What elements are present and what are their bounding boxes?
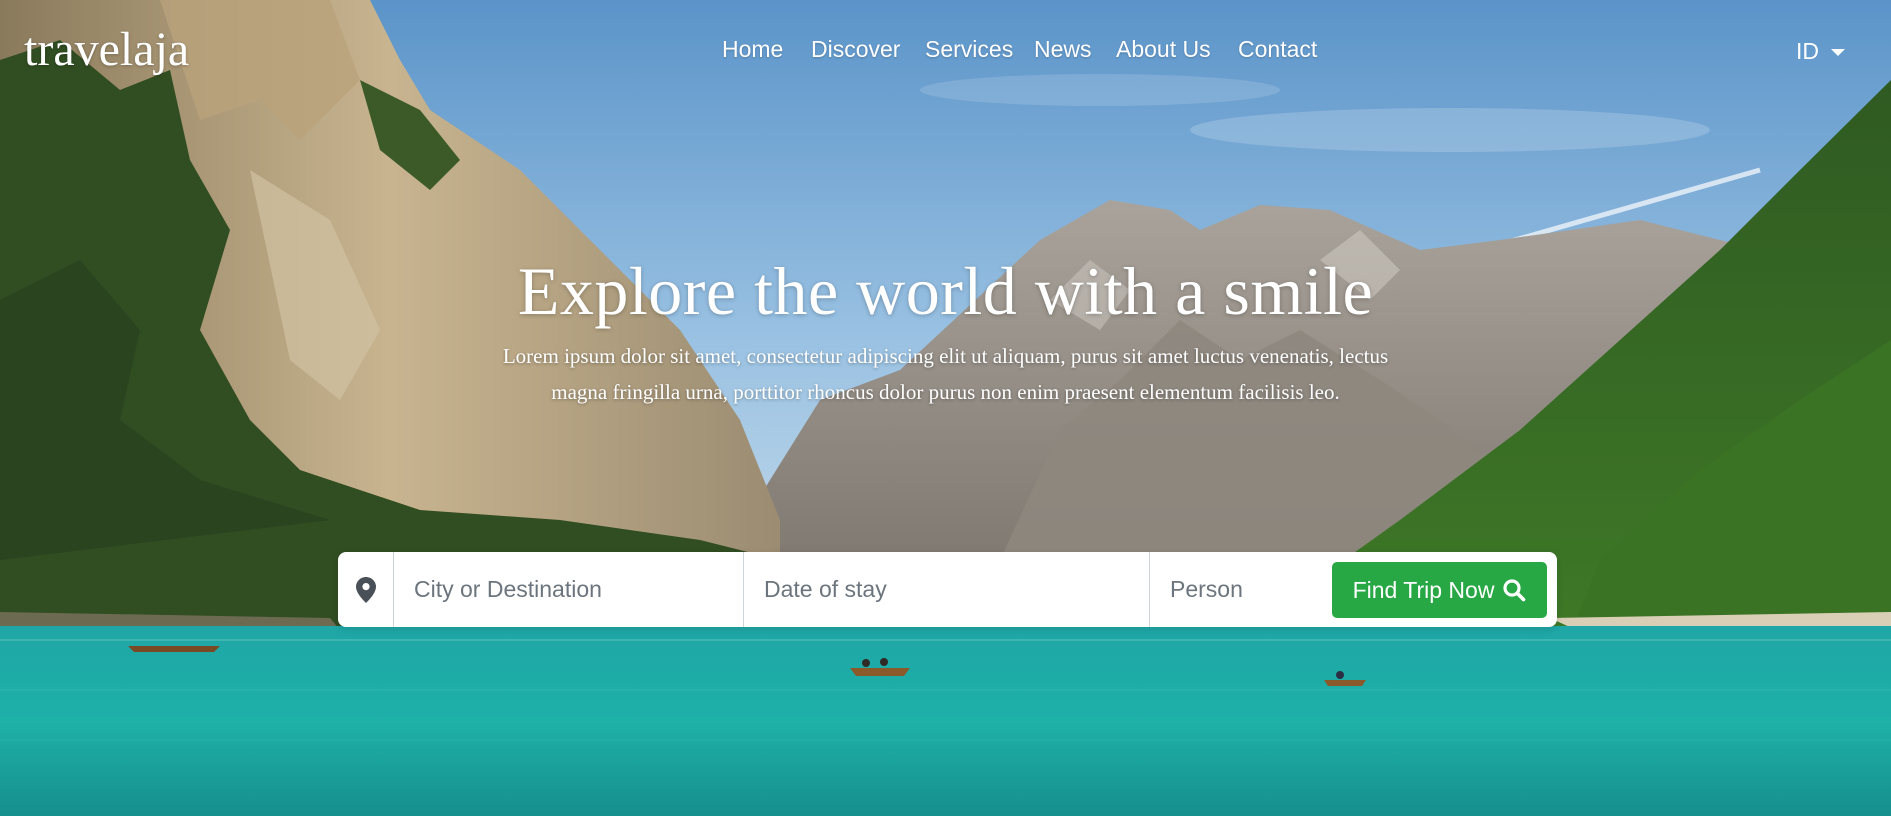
nav-item-services[interactable]: Services — [925, 36, 1013, 63]
person-input[interactable] — [1150, 552, 1330, 627]
language-selected: ID — [1796, 37, 1819, 64]
search-icon — [1503, 579, 1526, 602]
hero-headline: Explore the world with a smile — [517, 253, 1374, 329]
nav-item-home[interactable]: Home — [722, 36, 783, 63]
nav-item-news[interactable]: News — [1034, 36, 1092, 63]
location-icon-box — [338, 552, 394, 627]
nav-item-contact[interactable]: Contact — [1238, 36, 1317, 63]
nav-item-about-us[interactable]: About Us — [1116, 36, 1211, 63]
date-of-stay-input[interactable] — [744, 552, 1150, 627]
map-marker-icon — [355, 576, 376, 603]
find-trip-button[interactable]: Find Trip Now — [1332, 562, 1547, 618]
hero-lead-line-2: magna fringilla urna, porttitor rhoncus … — [551, 380, 1340, 404]
city-destination-input[interactable] — [394, 552, 744, 627]
find-trip-label: Find Trip Now — [1352, 576, 1495, 603]
hero-lead-line-1: Lorem ipsum dolor sit amet, consectetur … — [502, 344, 1389, 368]
caret-down-icon — [1831, 48, 1845, 56]
trip-search-form: Find Trip Now — [338, 552, 1557, 627]
nav-item-discover[interactable]: Discover — [811, 36, 900, 63]
main-nav: Home Discover Services News About Us Con… — [0, 36, 1891, 66]
hero-lead: Lorem ipsum dolor sit amet, consectetur … — [420, 338, 1471, 410]
language-dropdown[interactable]: ID — [1796, 36, 1845, 66]
